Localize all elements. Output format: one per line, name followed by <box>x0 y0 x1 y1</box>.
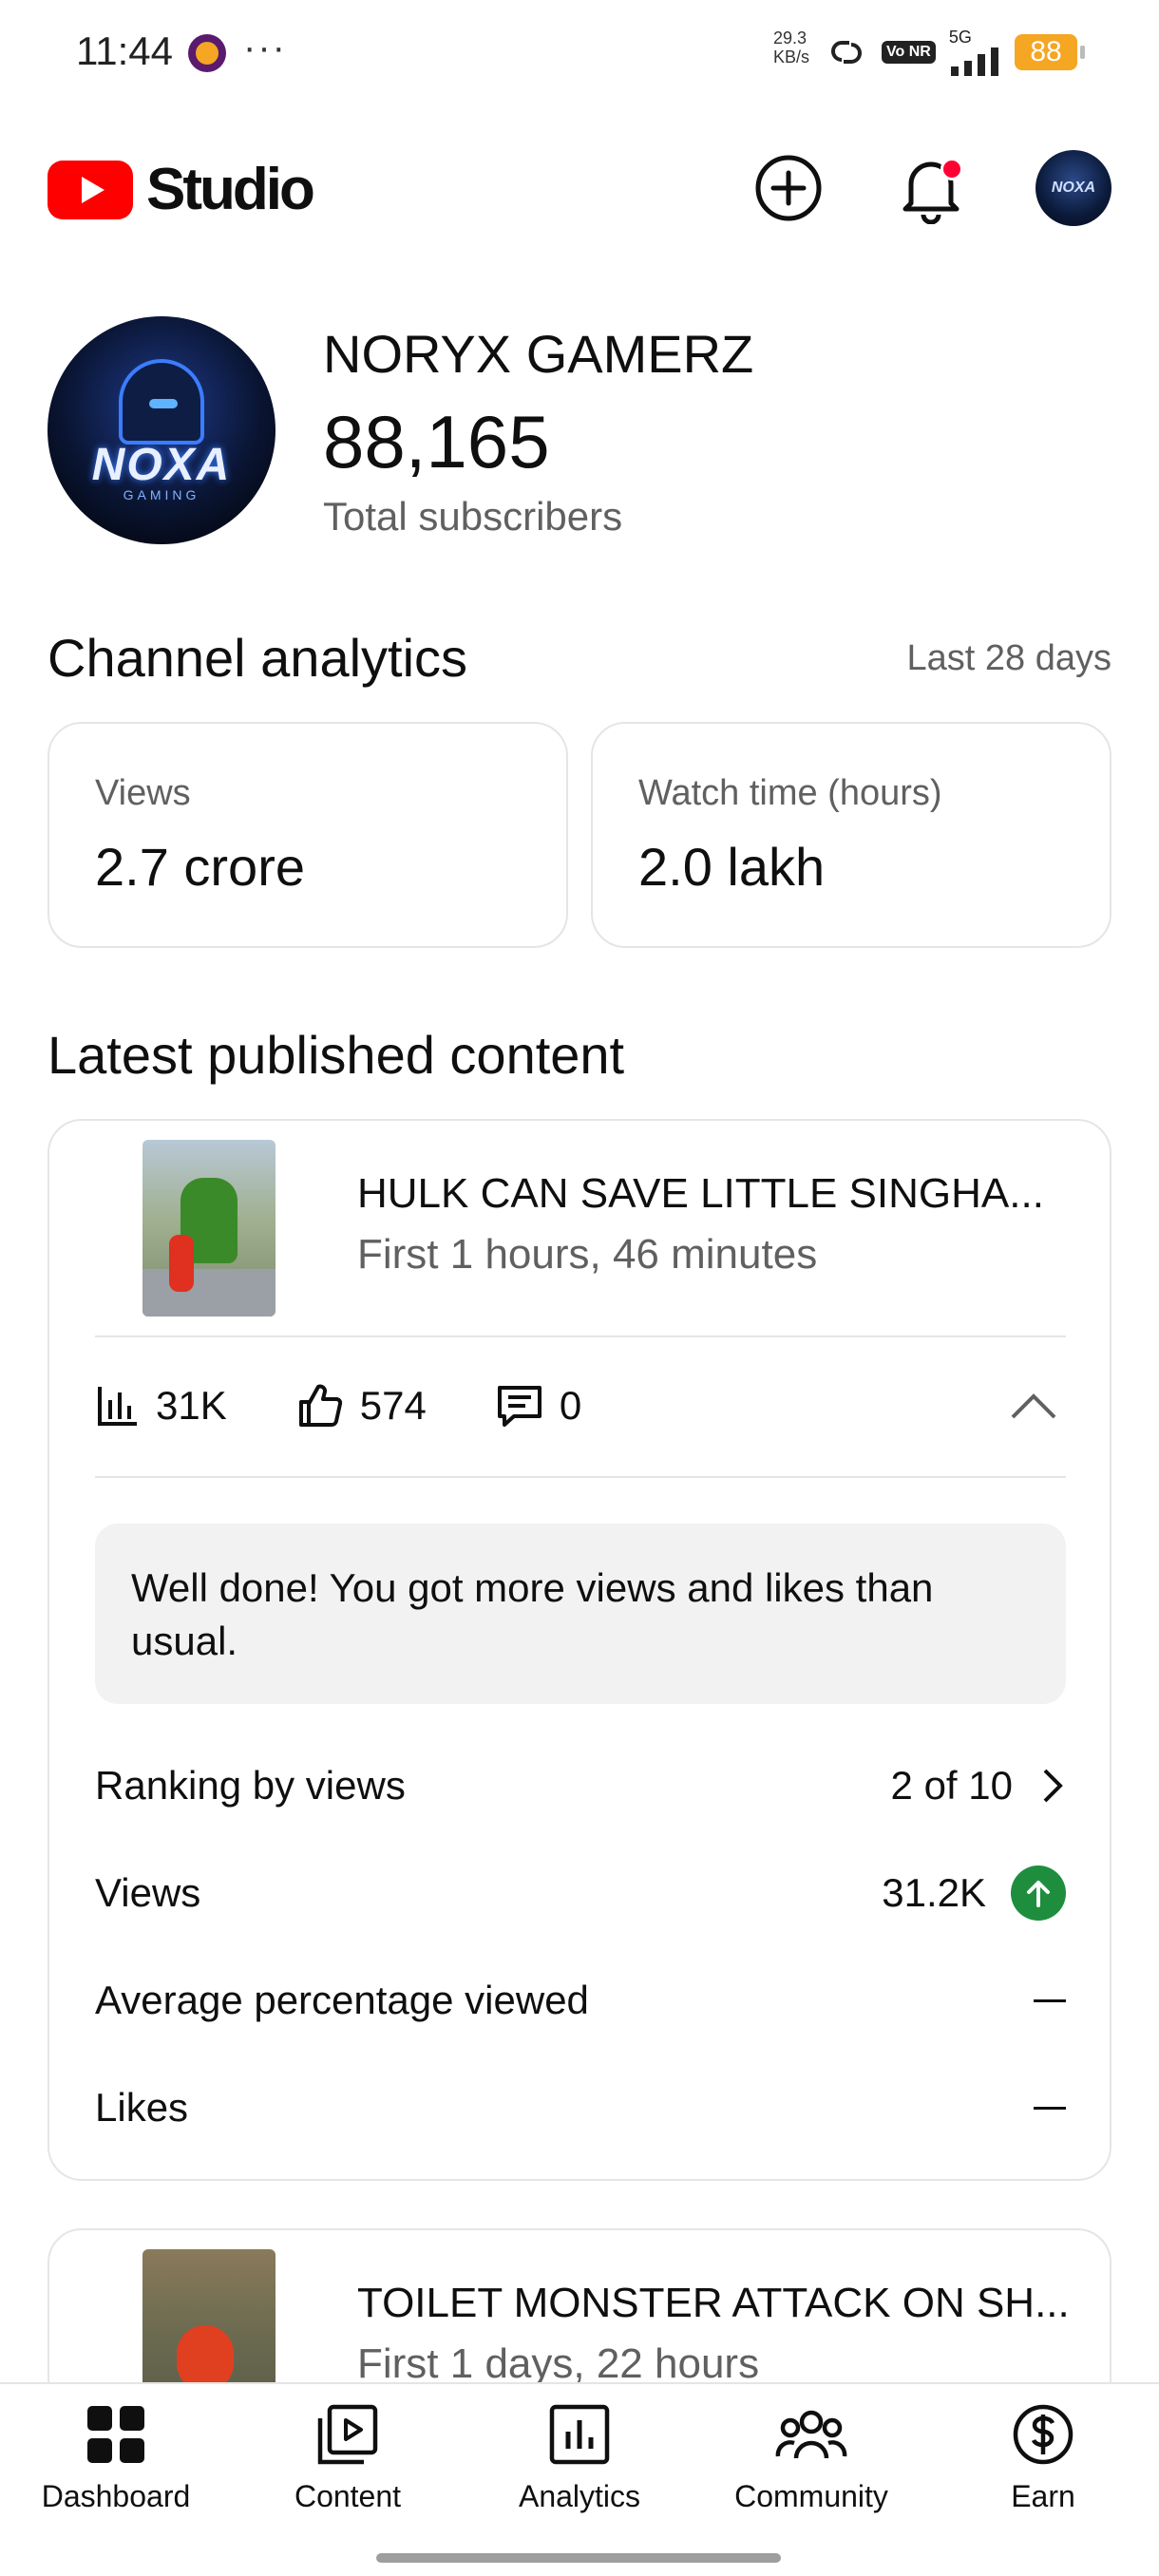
dash-icon <box>1034 1998 1066 2002</box>
views-card[interactable]: Views 2.7 crore <box>48 722 568 948</box>
studio-logo[interactable]: Studio <box>48 156 315 223</box>
performance-insight: Well done! You got more views and likes … <box>95 1524 1066 1704</box>
analytics-range: Last 28 days <box>906 638 1112 678</box>
status-icons: Vo NR 5G <box>825 28 1016 76</box>
channel-avatar: NOXA GAMING <box>48 316 276 544</box>
network-speed: 29.3 KB/s <box>773 28 809 66</box>
channel-name: NORYX GAMERZ <box>323 324 754 384</box>
notification-app-icon <box>188 34 226 72</box>
likes-metric: 574 <box>295 1381 427 1430</box>
stat-value: 2.7 crore <box>95 837 305 897</box>
latest-content-title: Latest published content <box>48 1025 625 1085</box>
comments-metric: 0 <box>495 1381 581 1430</box>
notification-dot <box>940 158 963 180</box>
subscriber-count: 88,165 <box>323 400 550 483</box>
row-label: Views <box>95 1870 201 1915</box>
video-metrics: 31K 574 0 <box>95 1364 650 1448</box>
volte-icon: Vo NR <box>882 41 936 64</box>
nav-community[interactable]: Community <box>707 2403 916 2517</box>
hooded-logo-icon <box>119 358 204 445</box>
network-speed-value: 29.3 <box>773 28 808 47</box>
row-value: 31.2K <box>882 1870 986 1915</box>
arrow-up-icon <box>1011 1866 1066 1921</box>
channel-avatar-sub: GAMING <box>123 486 200 502</box>
row-label: Average percentage viewed <box>95 1978 589 2022</box>
ranking-row[interactable]: Ranking by views 2 of 10 <box>95 1748 1066 1824</box>
account-avatar[interactable]: NOXA <box>1036 150 1112 226</box>
status-bar: 11:44 ··· 29.3 KB/s Vo NR 5G 88 <box>0 0 1159 104</box>
likes-metric-value: 574 <box>359 1383 427 1428</box>
video-title[interactable]: TOILET MONSTER ATTACK ON SH... <box>357 2280 1070 2327</box>
collapse-button[interactable] <box>1003 1375 1064 1436</box>
channel-avatar-brand: NOXA <box>91 439 232 490</box>
stat-label: Views <box>95 773 191 813</box>
nav-analytics[interactable]: Analytics <box>475 2403 684 2517</box>
stat-label: Watch time (hours) <box>638 773 942 813</box>
comments-metric-value: 0 <box>559 1383 582 1428</box>
more-notifications-icon: ··· <box>243 27 287 68</box>
latest-content-card: HULK CAN SAVE LITTLE SINGHA... First 1 h… <box>48 1119 1112 2181</box>
nav-dashboard[interactable]: Dashboard <box>11 2403 220 2517</box>
network-speed-unit: KB/s <box>773 47 810 66</box>
nav-label: Analytics <box>518 2479 641 2513</box>
row-label: Ranking by views <box>95 1763 406 1808</box>
chevron-right-icon <box>1043 1769 1063 1803</box>
watch-time-card[interactable]: Watch time (hours) 2.0 lakh <box>591 722 1112 948</box>
network-type: 5G <box>948 28 972 47</box>
row-label: Likes <box>95 2085 189 2130</box>
dash-icon <box>1034 2106 1066 2110</box>
notifications-button[interactable] <box>893 150 969 226</box>
nav-label: Community <box>734 2479 888 2513</box>
video-title[interactable]: HULK CAN SAVE LITTLE SINGHA... <box>357 1170 1044 1218</box>
bottom-nav: Dashboard Content Analytics Community Ea… <box>0 2382 1159 2576</box>
channel-analytics-title: Channel analytics <box>48 628 468 688</box>
signal-icon <box>950 47 998 76</box>
divider <box>95 1476 1066 1478</box>
nav-content[interactable]: Content <box>243 2403 452 2517</box>
video-time: First 1 days, 22 hours <box>357 2340 760 2387</box>
video-thumbnail[interactable] <box>142 1140 276 1316</box>
nav-label: Earn <box>1011 2479 1075 2513</box>
thumbnail-road <box>142 1269 276 1316</box>
nav-earn[interactable]: Earn <box>939 2403 1148 2517</box>
studio-wordmark: Studio <box>146 157 315 222</box>
create-button[interactable] <box>750 150 826 226</box>
hotspot-link-icon <box>831 41 862 64</box>
video-time: First 1 hours, 46 minutes <box>357 1231 818 1278</box>
battery-indicator: 88 <box>1015 34 1085 70</box>
thumbs-up-icon <box>298 1384 342 1427</box>
likes-row: Likes <box>95 2070 1066 2146</box>
nav-label: Dashboard <box>41 2479 191 2513</box>
home-indicator[interactable] <box>376 2553 781 2563</box>
bar-chart-icon <box>98 1387 137 1426</box>
row-value: 2 of 10 <box>890 1763 1013 1808</box>
views-metric: 31K <box>95 1383 227 1429</box>
dashboard-icon <box>87 2406 144 2463</box>
subscriber-label: Total subscribers <box>323 494 623 539</box>
community-icon <box>775 2410 847 2459</box>
comment-icon <box>497 1386 542 1427</box>
status-time: 11:44 <box>76 28 173 73</box>
views-metric-value: 31K <box>156 1383 227 1428</box>
app-header: Studio NOXA <box>0 142 1159 228</box>
nav-label: Content <box>294 2479 402 2513</box>
account-avatar-text: NOXA <box>1051 180 1096 196</box>
content-icon <box>317 2404 378 2465</box>
thumbnail-figure-small <box>169 1235 194 1292</box>
chevron-up-icon <box>1011 1393 1056 1419</box>
divider <box>95 1335 1066 1337</box>
earn-icon <box>1013 2404 1074 2465</box>
analytics-icon <box>549 2404 610 2465</box>
views-row: Views 31.2K <box>95 1855 1066 1931</box>
stat-value: 2.0 lakh <box>638 837 826 897</box>
youtube-play-icon <box>48 160 133 219</box>
avg-percentage-row: Average percentage viewed <box>95 1962 1066 2038</box>
add-circle-icon <box>755 155 822 221</box>
